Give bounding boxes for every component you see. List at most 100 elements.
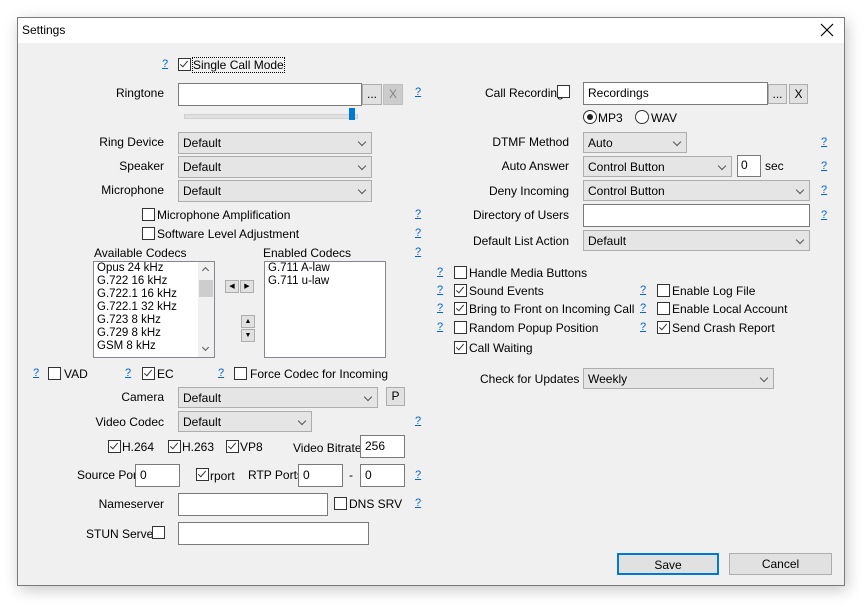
help-link-ports[interactable]: ? bbox=[415, 469, 421, 481]
help-link-auto-answer[interactable]: ? bbox=[821, 160, 827, 172]
handle-media-checkbox[interactable] bbox=[454, 266, 467, 279]
list-item[interactable]: G.722.1 32 kHz bbox=[94, 301, 214, 314]
help-link-software-level[interactable]: ? bbox=[415, 227, 421, 239]
help-link-dns[interactable]: ? bbox=[415, 497, 421, 509]
help-link-handle-media[interactable]: ? bbox=[437, 266, 443, 278]
help-link-force-codec[interactable]: ? bbox=[218, 367, 224, 379]
recording-browse-button[interactable]: ... bbox=[768, 84, 787, 104]
stun-server-checkbox[interactable] bbox=[152, 526, 165, 539]
help-link-codecs[interactable]: ? bbox=[415, 246, 421, 258]
microphone-select[interactable]: Default bbox=[178, 180, 372, 202]
help-link-ringtone[interactable]: ? bbox=[415, 86, 421, 98]
list-item[interactable]: G.723 8 kHz bbox=[94, 314, 214, 327]
ec-checkbox[interactable] bbox=[142, 367, 155, 380]
deny-incoming-select[interactable]: Control Button bbox=[583, 180, 810, 201]
ringtone-clear-button[interactable]: X bbox=[383, 84, 403, 105]
list-item[interactable]: G.722.1 16 kHz bbox=[94, 288, 214, 301]
help-link-ec[interactable]: ? bbox=[125, 367, 131, 379]
help-link-vad[interactable]: ? bbox=[33, 367, 39, 379]
stun-server-input[interactable] bbox=[178, 522, 369, 545]
help-link-single-call[interactable]: ? bbox=[162, 58, 168, 70]
rport-checkbox[interactable] bbox=[196, 468, 209, 481]
help-link-random-popup[interactable]: ? bbox=[437, 321, 443, 333]
check-updates-select[interactable]: Weekly bbox=[583, 368, 774, 389]
ringtone-browse-button[interactable]: ... bbox=[362, 84, 382, 105]
nameserver-input[interactable] bbox=[178, 493, 328, 516]
help-link-sound-events[interactable]: ? bbox=[437, 284, 443, 296]
list-item[interactable]: GSM 8 kHz bbox=[94, 340, 214, 353]
default-list-action-select[interactable]: Default bbox=[583, 230, 810, 251]
ringtone-volume-track[interactable] bbox=[184, 114, 358, 119]
software-level-checkbox[interactable] bbox=[142, 227, 155, 240]
wav-radio[interactable] bbox=[635, 110, 649, 124]
cancel-button[interactable]: Cancel bbox=[729, 553, 832, 575]
scroll-down-icon[interactable] bbox=[202, 344, 209, 351]
move-left-button[interactable]: ◀ bbox=[225, 280, 239, 293]
wav-label: WAV bbox=[651, 111, 677, 125]
vad-checkbox[interactable] bbox=[48, 367, 61, 380]
single-call-mode-checkbox[interactable] bbox=[178, 58, 191, 71]
directory-users-label: Directory of Users bbox=[448, 208, 569, 222]
enabled-codecs-list[interactable]: G.711 A-law G.711 u-law bbox=[264, 261, 386, 358]
rtp-port-from-input[interactable]: 0 bbox=[298, 464, 343, 487]
move-right-button[interactable]: ▶ bbox=[240, 280, 254, 293]
recording-clear-button[interactable]: X bbox=[789, 84, 808, 104]
ringtone-volume-thumb[interactable] bbox=[349, 108, 355, 120]
rtp-port-to-input[interactable]: 0 bbox=[360, 464, 405, 487]
help-link-directory[interactable]: ? bbox=[821, 209, 827, 221]
list-item[interactable]: G.729 8 kHz bbox=[94, 327, 214, 340]
list-item[interactable]: G.722 16 kHz bbox=[94, 275, 214, 288]
mp3-radio[interactable] bbox=[583, 110, 597, 124]
auto-answer-value: Control Button bbox=[588, 160, 665, 174]
call-waiting-checkbox[interactable] bbox=[454, 341, 467, 354]
auto-answer-seconds-input[interactable]: 0 bbox=[737, 155, 761, 177]
available-codecs-list[interactable]: Opus 24 kHz G.722 16 kHz G.722.1 16 kHz … bbox=[93, 261, 215, 358]
auto-answer-select[interactable]: Control Button bbox=[583, 156, 732, 177]
close-icon[interactable] bbox=[818, 21, 836, 39]
mic-amplification-checkbox[interactable] bbox=[142, 208, 155, 221]
available-codecs-scrollbar[interactable] bbox=[198, 262, 214, 357]
ringtone-input[interactable] bbox=[178, 83, 362, 106]
directory-users-input[interactable] bbox=[583, 204, 810, 227]
help-link-mic-amplification[interactable]: ? bbox=[415, 208, 421, 220]
save-button[interactable]: Save bbox=[617, 553, 719, 575]
call-recording-checkbox[interactable] bbox=[557, 85, 570, 98]
h263-checkbox[interactable] bbox=[168, 440, 181, 453]
nameserver-label: Nameserver bbox=[58, 497, 164, 511]
help-link-local-account[interactable]: ? bbox=[640, 302, 646, 314]
move-up-button[interactable]: ▲ bbox=[241, 315, 255, 328]
camera-properties-button[interactable]: P bbox=[386, 387, 405, 406]
dns-srv-checkbox[interactable] bbox=[334, 497, 347, 510]
vp8-checkbox[interactable] bbox=[226, 440, 239, 453]
send-crash-report-checkbox[interactable] bbox=[657, 321, 670, 334]
help-link-crash-report[interactable]: ? bbox=[640, 321, 646, 333]
list-item[interactable]: G.711 A-law bbox=[265, 262, 385, 275]
force-codec-checkbox[interactable] bbox=[234, 367, 247, 380]
scrollbar-thumb[interactable] bbox=[199, 280, 213, 297]
help-link-log-file[interactable]: ? bbox=[640, 284, 646, 296]
enable-local-account-checkbox[interactable] bbox=[657, 302, 670, 315]
help-link-dtmf[interactable]: ? bbox=[821, 136, 827, 148]
camera-value: Default bbox=[183, 391, 221, 405]
help-link-video-codec[interactable]: ? bbox=[415, 415, 421, 427]
help-link-bring-to-front[interactable]: ? bbox=[437, 302, 443, 314]
list-item[interactable]: Opus 24 kHz bbox=[94, 262, 214, 275]
deny-incoming-value: Control Button bbox=[588, 184, 665, 198]
bring-to-front-checkbox[interactable] bbox=[454, 302, 467, 315]
random-popup-checkbox[interactable] bbox=[454, 321, 467, 334]
dtmf-method-select[interactable]: Auto bbox=[583, 132, 687, 153]
camera-select[interactable]: Default bbox=[178, 387, 378, 408]
list-item[interactable]: G.711 u-law bbox=[265, 275, 385, 288]
speaker-select[interactable]: Default bbox=[178, 156, 372, 178]
scroll-up-icon[interactable] bbox=[202, 267, 209, 274]
ring-device-select[interactable]: Default bbox=[178, 132, 372, 154]
move-down-button[interactable]: ▼ bbox=[241, 329, 255, 342]
enable-log-file-checkbox[interactable] bbox=[657, 284, 670, 297]
help-link-deny-incoming[interactable]: ? bbox=[821, 184, 827, 196]
video-codec-select[interactable]: Default bbox=[178, 411, 312, 432]
source-port-input[interactable]: 0 bbox=[135, 464, 180, 487]
h264-checkbox[interactable] bbox=[108, 440, 121, 453]
recording-folder-input[interactable]: Recordings bbox=[583, 82, 768, 105]
video-bitrate-input[interactable]: 256 bbox=[360, 435, 405, 458]
sound-events-checkbox[interactable] bbox=[454, 284, 467, 297]
